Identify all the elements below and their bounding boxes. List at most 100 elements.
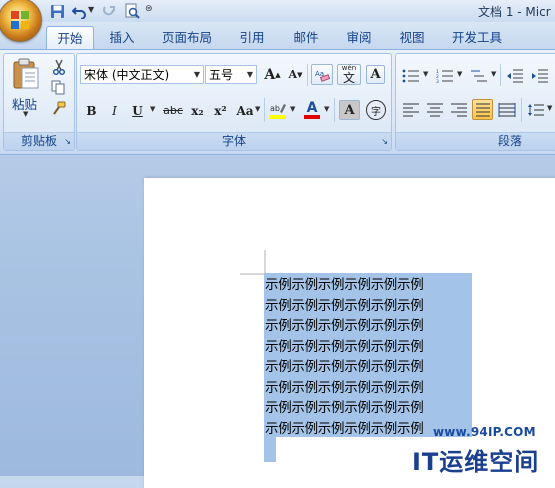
paragraph-group-label: 段落 [396, 132, 555, 150]
align-left-button[interactable] [400, 100, 422, 119]
separator [521, 98, 522, 122]
increase-indent-icon [532, 69, 548, 82]
character-border-button[interactable]: A [366, 65, 385, 84]
undo-icon[interactable] [70, 2, 88, 20]
font-name-dropdown-icon[interactable]: ▼ [191, 66, 203, 83]
tab-home[interactable]: 开始 [46, 26, 94, 50]
document-line: 示例示例示例示例示例示例 [265, 359, 424, 375]
grow-font-button[interactable]: A ▲ [263, 65, 282, 84]
distributed-icon [498, 102, 516, 117]
redo-icon[interactable] [100, 2, 118, 20]
font-name-combo[interactable]: 宋体 (中文正文) [80, 65, 204, 84]
document-line: 示例示例示例示例示例示例 [265, 277, 424, 293]
bullets-button[interactable] [400, 66, 422, 85]
clipboard-group-title: 剪贴板 [20, 134, 57, 148]
copy-icon[interactable] [49, 78, 68, 97]
tab-references[interactable]: 引用 [231, 26, 273, 49]
subscript-icon: x₂ [191, 103, 204, 118]
strikethrough-button[interactable]: abc [161, 101, 185, 120]
highlight-dropdown-icon[interactable]: ▼ [290, 105, 295, 113]
paste-dropdown-icon[interactable]: ▼ [23, 110, 28, 118]
superscript-button[interactable]: x² [211, 101, 230, 120]
multilevel-list-button[interactable] [468, 66, 490, 85]
line-spacing-button[interactable] [525, 100, 547, 119]
justify-icon [475, 103, 490, 116]
italic-button[interactable]: I [105, 101, 124, 120]
distributed-button[interactable] [496, 100, 518, 119]
underline-dropdown-icon[interactable]: ▼ [150, 105, 155, 113]
line-spacing-dropdown-icon[interactable]: ▼ [547, 104, 552, 112]
tab-review[interactable]: 审阅 [338, 26, 380, 49]
increase-indent-button[interactable] [529, 66, 551, 85]
align-right-icon [451, 103, 467, 116]
font-size-value: 五号 [209, 68, 234, 82]
bullets-icon [402, 69, 419, 82]
grow-font-icon: A [264, 66, 276, 83]
cut-icon[interactable] [49, 57, 68, 76]
format-painter-icon[interactable] [49, 99, 68, 118]
separator [307, 64, 308, 86]
tab-page-layout[interactable]: 页面布局 [155, 26, 219, 49]
tab-mailings[interactable]: 邮件 [285, 26, 327, 49]
document-line: 示例示例示例示例示例示例 [265, 400, 424, 416]
document-line: 示例示例示例示例示例示例 [265, 338, 424, 355]
font-size-dropdown-icon[interactable]: ▼ [244, 66, 256, 83]
customize-quick-access-icon[interactable]: ⊜ [145, 4, 153, 14]
phonetic-guide-char: 文 [342, 71, 355, 85]
font-color-button[interactable]: A [302, 99, 322, 121]
subscript-button[interactable]: x₂ [188, 101, 207, 120]
line-spacing-icon [528, 103, 544, 116]
text-selection-highlight-tail [264, 437, 276, 462]
change-case-icon: Aa [236, 103, 254, 118]
save-icon[interactable] [48, 2, 66, 20]
character-shading-icon: A [344, 102, 355, 118]
bullets-dropdown-icon[interactable]: ▼ [423, 70, 428, 78]
align-center-button[interactable] [424, 100, 446, 119]
underline-button[interactable]: U [128, 101, 147, 120]
highlighter-icon: ab [270, 104, 286, 113]
paste-button[interactable]: 粘贴 ▼ [9, 56, 43, 120]
multilevel-list-dropdown-icon[interactable]: ▼ [491, 70, 496, 78]
undo-dropdown-icon[interactable]: ▼ [88, 5, 94, 14]
phonetic-guide-button[interactable]: wén 文 [337, 64, 361, 85]
character-border-icon: A [370, 67, 381, 82]
print-preview-icon[interactable] [123, 2, 141, 20]
highlight-button[interactable]: ab [268, 99, 288, 121]
align-right-button[interactable] [448, 100, 470, 119]
clipboard-dialog-launcher-icon[interactable]: ↘ [64, 133, 71, 150]
font-color-swatch [304, 115, 320, 119]
font-dialog-launcher-icon[interactable]: ↘ [381, 133, 388, 150]
decrease-indent-button[interactable] [504, 66, 526, 85]
font-color-dropdown-icon[interactable]: ▼ [324, 105, 329, 113]
document-line: 示例示例示例示例示例示例 [265, 379, 424, 396]
shrink-font-button[interactable]: A ▼ [286, 65, 305, 84]
clear-formatting-button[interactable]: Aa [311, 64, 333, 85]
numbering-dropdown-icon[interactable]: ▼ [457, 70, 462, 78]
paste-clipboard-icon [13, 58, 39, 89]
align-center-icon [427, 103, 443, 116]
tab-developer[interactable]: 开发工具 [445, 26, 509, 49]
bold-icon: B [86, 103, 97, 118]
font-group-label: 字体 ↘ [77, 132, 391, 150]
character-shading-button[interactable]: A [339, 100, 360, 120]
separator [500, 64, 501, 86]
bold-button[interactable]: B [82, 101, 101, 120]
watermark-url: www.94IP.COM [433, 425, 536, 439]
align-left-icon [403, 103, 419, 116]
multilevel-list-icon [471, 70, 487, 81]
document-body[interactable]: 示例示例示例示例示例示例 示例示例示例示例示例示例 示例示例示例示例示例示例 示… [265, 275, 465, 439]
enclose-characters-button[interactable]: 字 [365, 99, 387, 121]
enclose-characters-char: 字 [371, 106, 381, 118]
tab-insert[interactable]: 插入 [101, 26, 143, 49]
change-case-dropdown-icon[interactable]: ▼ [255, 105, 260, 113]
highlight-color-swatch [270, 115, 286, 119]
tab-view[interactable]: 视图 [391, 26, 433, 49]
change-case-button[interactable]: Aa [234, 101, 256, 120]
paragraph-group-title: 段落 [498, 134, 523, 148]
underline-icon: U [132, 103, 143, 118]
font-name-value: 宋体 (中文正文) [84, 68, 170, 82]
document-line: 示例示例示例示例示例示例 [265, 318, 424, 334]
numbering-button[interactable]: 123 [434, 66, 456, 85]
clipboard-group-label: 剪贴板 ↘ [4, 132, 74, 150]
justify-button[interactable] [472, 99, 493, 120]
